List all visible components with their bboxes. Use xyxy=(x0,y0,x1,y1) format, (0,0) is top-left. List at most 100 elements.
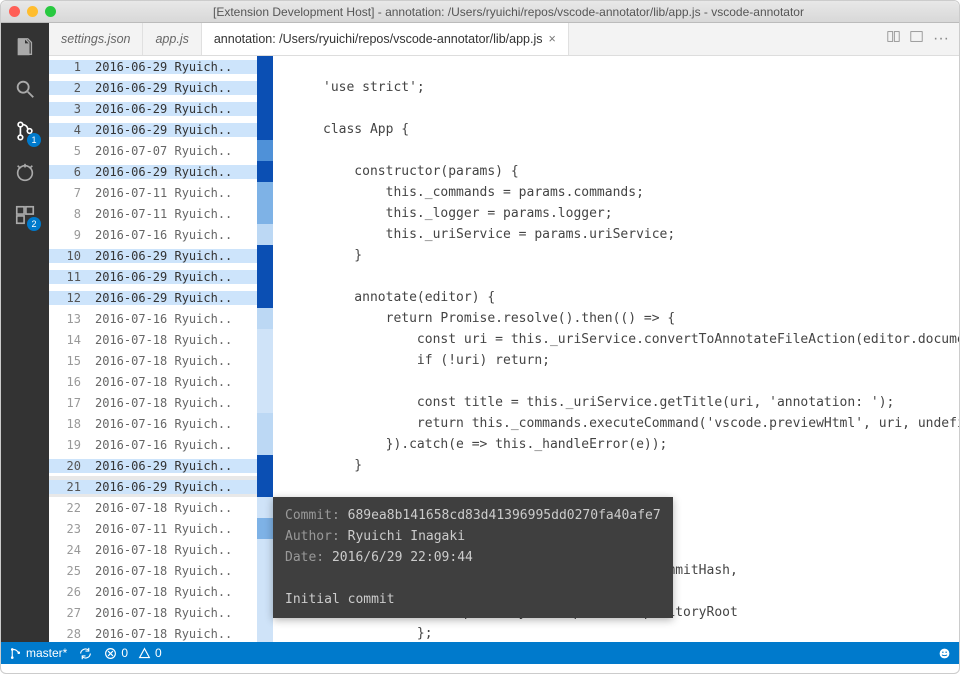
blame-info: 2016-07-16 Ryuich.. xyxy=(89,438,257,452)
blame-row[interactable]: 62016-06-29 Ryuich.. xyxy=(49,161,273,182)
blame-row[interactable]: 162016-07-18 Ryuich.. xyxy=(49,371,273,392)
tooltip-commit: 689ea8b141658cd83d41396995dd0270fa40afe7 xyxy=(348,508,661,523)
blame-row[interactable]: 92016-07-16 Ryuich.. xyxy=(49,224,273,245)
heat-bar xyxy=(257,371,273,392)
zoom-window-button[interactable] xyxy=(45,6,56,17)
code-line xyxy=(273,140,959,161)
blame-info: 2016-07-18 Ryuich.. xyxy=(89,543,257,557)
line-number: 21 xyxy=(49,480,89,494)
source-control-icon[interactable]: 1 xyxy=(11,117,39,145)
blame-info: 2016-07-18 Ryuich.. xyxy=(89,501,257,515)
blame-info: 2016-06-29 Ryuich.. xyxy=(89,81,257,95)
heat-bar xyxy=(257,434,273,455)
heat-bar xyxy=(257,308,273,329)
editor-area[interactable]: 12016-06-29 Ryuich..22016-06-29 Ryuich..… xyxy=(49,56,959,642)
blame-info: 2016-06-29 Ryuich.. xyxy=(89,60,257,74)
blame-row[interactable]: 142016-07-18 Ryuich.. xyxy=(49,329,273,350)
blame-row[interactable]: 52016-07-07 Ryuich.. xyxy=(49,140,273,161)
toggle-layout-icon[interactable] xyxy=(910,30,923,48)
line-number: 4 xyxy=(49,123,89,137)
blame-info: 2016-07-11 Ryuich.. xyxy=(89,186,257,200)
code-line: return this._commands.executeCommand('vs… xyxy=(273,413,959,434)
blame-info: 2016-07-18 Ryuich.. xyxy=(89,606,257,620)
line-number: 10 xyxy=(49,249,89,263)
heat-bar xyxy=(257,350,273,371)
blame-row[interactable]: 72016-07-11 Ryuich.. xyxy=(49,182,273,203)
split-editor-icon[interactable] xyxy=(887,30,900,48)
git-branch[interactable]: master* xyxy=(9,646,67,660)
line-number: 26 xyxy=(49,585,89,599)
heat-bar xyxy=(257,392,273,413)
blame-info: 2016-06-29 Ryuich.. xyxy=(89,165,257,179)
errors-count[interactable]: 0 0 xyxy=(104,646,161,660)
blame-row[interactable]: 42016-06-29 Ryuich.. xyxy=(49,119,273,140)
tooltip-author: Ryuichi Inagaki xyxy=(348,529,465,544)
line-number: 3 xyxy=(49,102,89,116)
blame-row[interactable]: 282016-07-18 Ryuich.. xyxy=(49,623,273,642)
line-number: 23 xyxy=(49,522,89,536)
debug-icon[interactable] xyxy=(11,159,39,187)
line-number: 25 xyxy=(49,564,89,578)
tab-settings-json[interactable]: settings.json xyxy=(49,23,143,55)
blame-row[interactable]: 222016-07-18 Ryuich.. xyxy=(49,497,273,518)
blame-tooltip: Commit: 689ea8b141658cd83d41396995dd0270… xyxy=(273,497,673,618)
blame-row[interactable]: 122016-06-29 Ryuich.. xyxy=(49,287,273,308)
code-line: return Promise.resolve().then(() => { xyxy=(273,308,959,329)
editor-actions: ··· xyxy=(877,23,959,55)
heat-bar xyxy=(257,560,273,581)
search-icon[interactable] xyxy=(11,75,39,103)
sync-icon[interactable] xyxy=(79,647,92,660)
blame-row[interactable]: 152016-07-18 Ryuich.. xyxy=(49,350,273,371)
line-number: 16 xyxy=(49,375,89,389)
blame-info: 2016-07-11 Ryuich.. xyxy=(89,522,257,536)
tab-app-js[interactable]: app.js xyxy=(143,23,201,55)
feedback-icon[interactable] xyxy=(938,647,951,660)
line-number: 18 xyxy=(49,417,89,431)
extensions-badge: 2 xyxy=(27,217,41,231)
blame-row[interactable]: 102016-06-29 Ryuich.. xyxy=(49,245,273,266)
blame-row[interactable]: 232016-07-11 Ryuich.. xyxy=(49,518,273,539)
code-line xyxy=(273,266,959,287)
line-number: 27 xyxy=(49,606,89,620)
heat-bar xyxy=(257,413,273,434)
more-actions-icon[interactable]: ··· xyxy=(933,30,949,48)
blame-row[interactable]: 132016-07-16 Ryuich.. xyxy=(49,308,273,329)
blame-row[interactable]: 192016-07-16 Ryuich.. xyxy=(49,434,273,455)
close-tab-icon[interactable]: × xyxy=(549,32,556,46)
extensions-icon[interactable]: 2 xyxy=(11,201,39,229)
code-line: annotate(editor) { xyxy=(273,287,959,308)
code-line: if (!uri) return; xyxy=(273,350,959,371)
blame-row[interactable]: 32016-06-29 Ryuich.. xyxy=(49,98,273,119)
blame-row[interactable]: 22016-06-29 Ryuich.. xyxy=(49,77,273,98)
activity-bar: 1 2 xyxy=(1,23,49,642)
heat-bar xyxy=(257,518,273,539)
blame-row[interactable]: 212016-06-29 Ryuich.. xyxy=(49,476,273,497)
blame-row[interactable]: 82016-07-11 Ryuich.. xyxy=(49,203,273,224)
tooltip-date: 2016/6/29 22:09:44 xyxy=(332,550,473,565)
line-number: 5 xyxy=(49,144,89,158)
line-number: 11 xyxy=(49,270,89,284)
blame-info: 2016-07-18 Ryuich.. xyxy=(89,396,257,410)
blame-info: 2016-07-18 Ryuich.. xyxy=(89,627,257,641)
heat-bar xyxy=(257,245,273,266)
tab-annotation[interactable]: annotation: /Users/ryuichi/repos/vscode-… xyxy=(202,23,569,55)
heat-bar xyxy=(257,224,273,245)
blame-row[interactable]: 272016-07-18 Ryuich.. xyxy=(49,602,273,623)
code-line xyxy=(273,56,959,77)
blame-row[interactable]: 202016-06-29 Ryuich.. xyxy=(49,455,273,476)
blame-row[interactable]: 12016-06-29 Ryuich.. xyxy=(49,56,273,77)
line-number: 6 xyxy=(49,165,89,179)
heat-bar xyxy=(257,98,273,119)
blame-row[interactable]: 262016-07-18 Ryuich.. xyxy=(49,581,273,602)
minimize-window-button[interactable] xyxy=(27,6,38,17)
status-bar: master* 0 0 xyxy=(1,642,959,664)
code-line: const uri = this._uriService.convertToAn… xyxy=(273,329,959,350)
close-window-button[interactable] xyxy=(9,6,20,17)
blame-row[interactable]: 252016-07-18 Ryuich.. xyxy=(49,560,273,581)
explorer-icon[interactable] xyxy=(11,33,39,61)
blame-row[interactable]: 172016-07-18 Ryuich.. xyxy=(49,392,273,413)
code-line: class App { xyxy=(273,119,959,140)
blame-row[interactable]: 112016-06-29 Ryuich.. xyxy=(49,266,273,287)
blame-row[interactable]: 182016-07-16 Ryuich.. xyxy=(49,413,273,434)
blame-row[interactable]: 242016-07-18 Ryuich.. xyxy=(49,539,273,560)
